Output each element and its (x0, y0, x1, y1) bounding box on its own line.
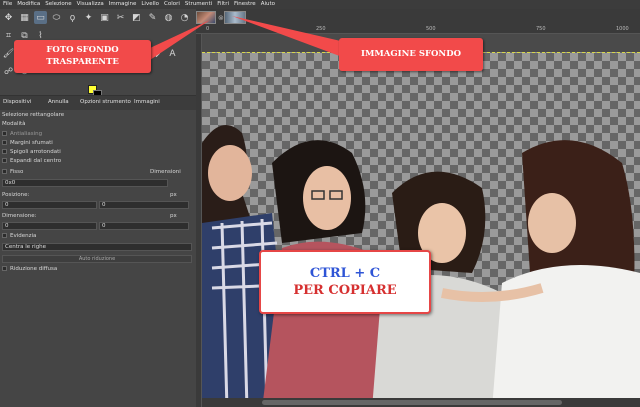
close-icon[interactable]: ⊗ (218, 14, 224, 22)
highlight-label: Evidenzia (10, 233, 37, 239)
rounded-checkbox[interactable] (2, 149, 7, 154)
fixed-dropdown[interactable]: Dimensioni (150, 169, 181, 175)
callout-transparent-photo: FOTO SFONDO TRASPARENTE (14, 40, 151, 73)
tab-devices[interactable]: Dispositivi (3, 99, 31, 105)
ruler-label: 750 (536, 26, 546, 32)
size-h-field[interactable]: 0 (99, 222, 189, 230)
tab-images[interactable]: Immagini (134, 99, 160, 105)
ruler-label: 250 (316, 26, 326, 32)
position-unit[interactable]: px (170, 192, 177, 198)
feather-option[interactable]: Margini sfumati (2, 140, 53, 146)
menu-layer[interactable]: Livello (141, 0, 159, 9)
highlight-option[interactable]: Evidenzia (2, 233, 36, 239)
mode-label: Modalità (2, 121, 26, 127)
scrollbar-thumb[interactable] (262, 400, 562, 405)
tab-undo[interactable]: Annulla (48, 99, 69, 105)
ruler-label: 0 (206, 26, 210, 32)
feather-checkbox[interactable] (2, 140, 7, 145)
canvas-area[interactable] (202, 34, 640, 407)
gimp-window: File Modifica Selezione Visualizza Immag… (0, 0, 640, 407)
size-label: Dimensione: (2, 213, 37, 219)
menu-edit[interactable]: Modifica (17, 0, 40, 9)
shrink-merged-label: Riduzione diffusa (10, 266, 58, 272)
color-picker-tool-icon[interactable]: ◍ (162, 11, 175, 24)
auto-shrink-button[interactable]: Auto riduzione (2, 255, 192, 263)
menu-view[interactable]: Visualizza (77, 0, 104, 9)
move-tool-icon[interactable]: ✥ (2, 11, 15, 24)
ctrl-c-text: CTRL + C (309, 266, 381, 281)
callout-background-image: IMMAGINE SFONDO (339, 38, 483, 71)
size-w-field[interactable]: 0 (2, 222, 97, 230)
menu-file[interactable]: File (3, 0, 12, 9)
copy-instruction-box: CTRL + C PER COPIARE (259, 250, 431, 314)
expand-checkbox[interactable] (2, 158, 7, 163)
position-y-field[interactable]: 0 (99, 201, 189, 209)
menu-colors[interactable]: Colori (164, 0, 180, 9)
highlight-checkbox[interactable] (2, 233, 7, 238)
text-tool-icon[interactable]: A (166, 47, 179, 60)
feather-label: Margini sfumati (10, 140, 53, 146)
crop-tool-icon[interactable]: ⌗ (2, 29, 15, 42)
foreground-select-tool-icon[interactable]: ◩ (130, 11, 143, 24)
image-tab-background[interactable] (224, 11, 246, 24)
image-tab-photo[interactable] (196, 11, 216, 24)
measure-tool-icon[interactable]: ◔ (178, 11, 191, 24)
ellipse-select-tool-icon[interactable]: ⬭ (50, 11, 63, 24)
fixed-checkbox[interactable] (2, 169, 7, 174)
fixed-option[interactable]: Fisso (2, 169, 23, 175)
rounded-label: Spigoli arrotondati (10, 149, 61, 155)
tab-tool-options[interactable]: Opzioni strumento (80, 99, 131, 105)
menu-image[interactable]: Immagine (109, 0, 137, 9)
ruler-label: 1000 (616, 26, 629, 32)
position-x-field[interactable]: 0 (2, 201, 97, 209)
color-select-tool-icon[interactable]: ▣ (98, 11, 111, 24)
menu-help[interactable]: Aiuto (261, 0, 275, 9)
tool-options-title: Selezione rettangolare (2, 112, 65, 118)
fixed-label: Fisso (10, 169, 24, 175)
size-unit[interactable]: px (170, 213, 177, 219)
menu-select[interactable]: Selezione (45, 0, 71, 9)
copy-text: PER COPIARE (293, 283, 397, 298)
transparent-canvas[interactable] (202, 52, 640, 407)
image-tab-strip: ⊗ (196, 9, 640, 26)
menu-tools[interactable]: Strumenti (185, 0, 212, 9)
antialiasing-option[interactable]: Antialiasing (2, 131, 42, 137)
expand-label: Espandi dal centro (10, 158, 62, 164)
guides-dropdown[interactable]: Centra le righe (2, 243, 192, 251)
fuzzy-select-tool-icon[interactable]: ✦ (82, 11, 95, 24)
bucket-fill-tool-icon[interactable]: ◆ (150, 47, 163, 60)
expand-option[interactable]: Espandi dal centro (2, 158, 61, 164)
position-label: Posizione: (2, 192, 30, 198)
rect-select-tool-icon[interactable]: ▭ (34, 11, 47, 24)
menu-windows[interactable]: Finestre (234, 0, 256, 9)
antialiasing-label: Antialiasing (10, 131, 43, 137)
menu-filters[interactable]: Filtri (217, 0, 229, 9)
rounded-option[interactable]: Spigoli arrotondati (2, 149, 61, 155)
lasso-tool-icon[interactable]: ϙ (66, 11, 79, 24)
dock-tabs: Dispositivi Annulla Opzioni strumento Im… (0, 96, 196, 110)
antialiasing-checkbox[interactable] (2, 131, 7, 136)
ruler-label: 500 (426, 26, 436, 32)
tool-options-dock: Dispositivi Annulla Opzioni strumento Im… (0, 95, 196, 407)
horizontal-ruler: 0 250 500 750 1000 (196, 26, 640, 34)
menu-bar: File Modifica Selezione Visualizza Immag… (0, 0, 640, 9)
scissors-tool-icon[interactable]: ✂ (114, 11, 127, 24)
ratio-field[interactable]: 0x0 (2, 179, 168, 187)
shrink-merged-checkbox[interactable] (2, 266, 7, 271)
paths-tool-icon[interactable]: ✎ (146, 11, 159, 24)
shrink-merged-option[interactable]: Riduzione diffusa (2, 266, 57, 272)
align-tool-icon[interactable]: ▦ (18, 11, 31, 24)
horizontal-scrollbar[interactable] (202, 398, 640, 407)
